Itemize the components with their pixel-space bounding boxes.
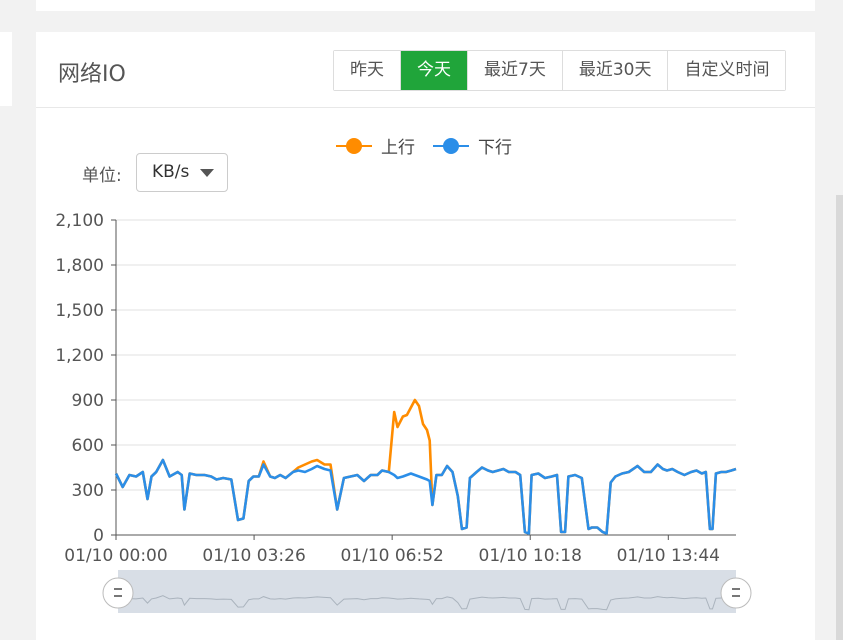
x-tick-label: 01/10 06:52 (340, 546, 443, 566)
network-io-chart: 0 300 600 900 1,200 1,500 1,800 2,100 01/10 00:0… (55, 138, 752, 613)
previous-card-bottom (36, 0, 815, 11)
x-tick-label: 01/10 00:00 (64, 546, 167, 566)
zoom-slider-track[interactable] (118, 570, 736, 613)
y-tick-label: 1,500 (55, 301, 104, 321)
legend-marker (346, 138, 362, 154)
page-scrollbar[interactable] (836, 195, 843, 640)
zoom-handle-right[interactable] (720, 577, 752, 609)
y-tick-label: 900 (72, 391, 104, 411)
legend-label-down[interactable]: 下行 (478, 138, 512, 158)
zoom-handle-left[interactable] (102, 577, 134, 609)
series-line-down (114, 458, 737, 535)
x-tick-label: 01/10 03:26 (202, 546, 305, 566)
y-tick-label: 1,800 (55, 256, 104, 276)
y-tick-label: 1,200 (55, 346, 104, 366)
y-tick-label: 0 (93, 526, 104, 546)
legend-label-up[interactable]: 上行 (381, 138, 415, 158)
y-tick-label: 2,100 (55, 211, 104, 231)
y-tick-label: 600 (72, 436, 104, 456)
left-panel-edge (0, 32, 12, 106)
network-io-card: 网络IO 昨天 今天 最近7天 最近30天 自定义时间 单位: KB/s 0 30… (36, 32, 815, 640)
legend-marker (443, 138, 459, 154)
x-tick-label: 01/10 13:44 (617, 546, 720, 566)
y-tick-label: 300 (72, 481, 104, 501)
x-tick-label: 01/10 10:18 (479, 546, 582, 566)
series-line-up (114, 398, 737, 535)
